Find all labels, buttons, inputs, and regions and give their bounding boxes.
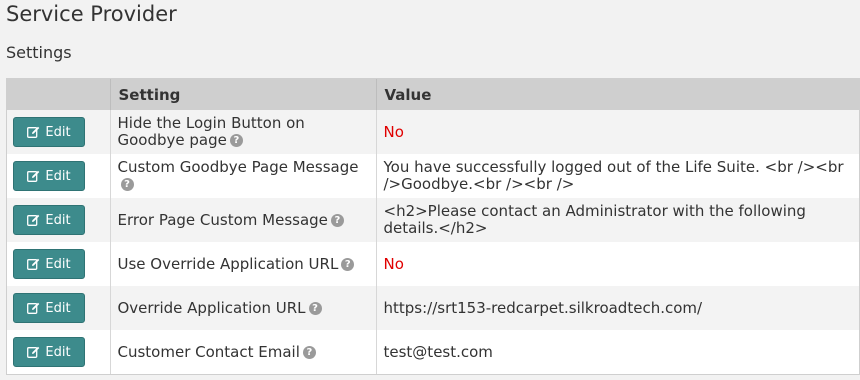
edit-icon [27,170,40,182]
edit-cell: Edit [7,110,110,154]
setting-cell: Use Override Application URL? [109,242,376,286]
setting-value: You have successfully logged out of the … [383,158,844,193]
help-icon[interactable]: ? [302,345,316,359]
edit-cell: Edit [7,198,110,242]
setting-cell: Customer Contact Email? [109,330,376,374]
edit-button[interactable]: Edit [13,337,85,367]
table-row: Edit Custom Goodbye Page Message? You have… [7,154,859,198]
edit-button[interactable]: Edit [13,161,85,191]
setting-cell: Hide the Login Button on Goodbye page? [109,110,376,154]
value-cell: No [375,242,859,286]
edit-button[interactable]: Edit [13,205,85,235]
value-cell: https://srt153-redcarpet.silkroadtech.co… [375,286,859,330]
edit-label: Edit [45,124,71,140]
setting-value: test@test.com [383,342,493,361]
value-cell: You have successfully logged out of the … [375,154,859,198]
table-row: Edit Customer Contact Email? test@test.com [7,330,859,374]
help-icon[interactable]: ? [341,257,355,271]
setting-cell: Error Page Custom Message? [109,198,376,242]
edit-icon [27,214,40,226]
edit-cell: Edit [7,330,110,374]
edit-button[interactable]: Edit [13,293,85,323]
setting-name: Hide the Login Button on Goodbye page [117,114,305,149]
setting-name: Custom Goodbye Page Message [117,158,359,176]
value-cell: test@test.com [375,330,859,374]
setting-value: No [383,122,404,141]
help-icon[interactable]: ? [330,213,344,227]
edit-label: Edit [45,168,71,184]
table-row: Edit Use Override Application URL? No [7,242,859,286]
edit-label: Edit [45,344,71,360]
setting-value: No [383,254,404,273]
edit-cell: Edit [7,242,110,286]
setting-cell: Override Application URL? [109,286,376,330]
edit-label: Edit [45,256,71,272]
settings-table: Setting Value Edit Hide the Login Button … [6,78,860,375]
value-cell: No [375,110,859,154]
section-title: Settings [6,43,72,62]
setting-name: Use Override Application URL [117,254,339,273]
table-row: Edit Override Application URL? https://srt… [7,286,859,330]
setting-name: Customer Contact Email [117,342,300,361]
setting-name: Error Page Custom Message [117,210,328,229]
table-row: Edit Error Page Custom Message? <h2>Please… [7,198,859,242]
help-icon[interactable]: ? [120,178,134,191]
value-cell: <h2>Please contact an Administrator with… [375,198,859,242]
header-value: Value [375,79,859,110]
edit-label: Edit [45,300,71,316]
header-setting: Setting [109,79,376,110]
edit-icon [27,258,40,270]
help-icon[interactable]: ? [308,301,322,315]
setting-value: <h2>Please contact an Administrator with… [383,202,806,237]
edit-icon [27,346,40,358]
edit-button[interactable]: Edit [13,117,85,147]
header-actions [7,79,110,110]
table-row: Edit Hide the Login Button on Goodbye pag… [7,110,859,154]
table-header-row: Setting Value [7,79,859,110]
setting-value: https://srt153-redcarpet.silkroadtech.co… [383,298,703,317]
help-icon[interactable]: ? [229,134,243,147]
page-title: Service Provider [6,2,177,26]
edit-button[interactable]: Edit [13,249,85,279]
edit-icon [27,302,40,314]
edit-cell: Edit [7,286,110,330]
edit-cell: Edit [7,154,110,198]
edit-label: Edit [45,212,71,228]
edit-icon [27,126,40,138]
setting-cell: Custom Goodbye Page Message? [109,154,376,198]
setting-name: Override Application URL [117,298,306,317]
